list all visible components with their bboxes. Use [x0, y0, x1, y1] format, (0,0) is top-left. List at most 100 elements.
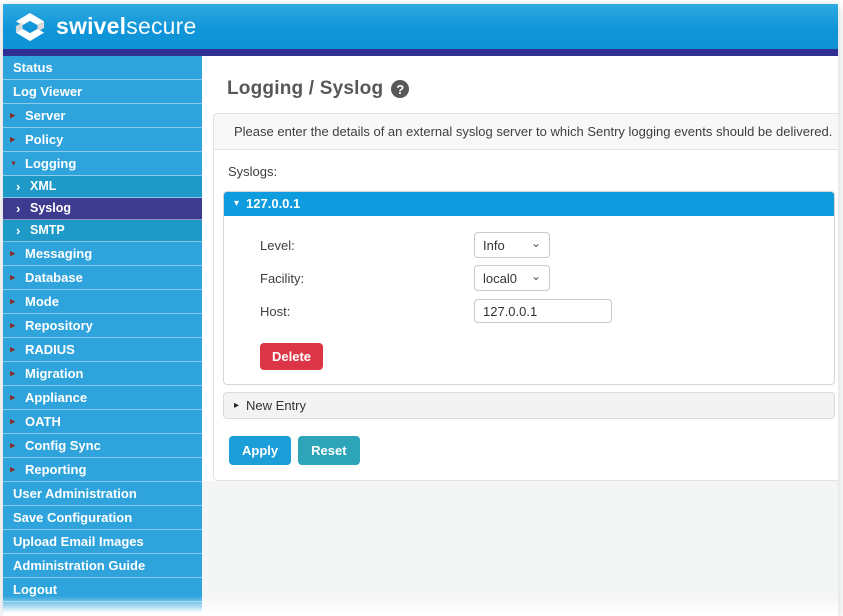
- syslog-entry-body: Level: Info ⌄ Facility: local0 ⌄: [224, 216, 834, 384]
- sidebar-item-mode[interactable]: ▶ Mode: [3, 290, 202, 314]
- sidebar-item-syslog[interactable]: ›Syslog: [3, 198, 202, 220]
- brand-bold: swivel: [56, 13, 126, 39]
- apply-button[interactable]: Apply: [229, 436, 291, 465]
- facility-select[interactable]: local0 ⌄: [474, 265, 550, 291]
- sidebar-item-label: Messaging: [25, 246, 92, 261]
- panel-body: Syslogs: ▾ 127.0.0.1 Level: Info ⌄: [214, 150, 838, 480]
- host-field-row: Host:: [260, 298, 834, 324]
- syslogs-label: Syslogs:: [228, 164, 835, 179]
- sidebar-item-label: Logging: [25, 156, 76, 171]
- sidebar-item-label: Upload Email Images: [13, 534, 144, 549]
- new-entry-toggle[interactable]: ▸ New Entry: [223, 392, 835, 419]
- nav-collapsed-arrow-icon: ▶: [10, 250, 15, 257]
- facility-select-value: local0: [483, 271, 517, 286]
- sub-item-chevron-icon: ›: [16, 179, 20, 192]
- sidebar-item-logging[interactable]: ▼ Logging: [3, 152, 202, 176]
- sidebar-item-label: OATH: [25, 414, 61, 429]
- sidebar-item-logout[interactable]: Logout: [3, 578, 202, 602]
- sidebar-item-config-sync[interactable]: ▶ Config Sync: [3, 434, 202, 458]
- sidebar-item-label: Reporting: [25, 462, 86, 477]
- brand-name: swivelsecure: [56, 13, 196, 40]
- sidebar-item-label: Appliance: [25, 390, 87, 405]
- reset-button[interactable]: Reset: [298, 436, 359, 465]
- nav-collapsed-arrow-icon: ▶: [10, 370, 15, 377]
- sidebar-item-radius[interactable]: ▶ RADIUS: [3, 338, 202, 362]
- delete-button[interactable]: Delete: [260, 343, 323, 370]
- chevron-down-icon: ⌄: [531, 237, 541, 249]
- content-panel: Please enter the details of an external …: [213, 113, 838, 481]
- host-label: Host:: [260, 304, 474, 319]
- nav-collapsed-arrow-icon: ▶: [10, 274, 15, 281]
- sidebar-item-label: Syslog: [30, 201, 71, 215]
- sidebar-item-smtp[interactable]: ›SMTP: [3, 220, 202, 242]
- sidebar-item-xml[interactable]: › XML: [3, 176, 202, 198]
- sidebar-item-oath[interactable]: ▶ OATH: [3, 410, 202, 434]
- page-title: Logging / Syslog: [227, 78, 383, 100]
- description-text: Please enter the details of an external …: [214, 114, 838, 150]
- nav-collapsed-arrow-icon: ▶: [10, 466, 15, 473]
- sidebar-item-label: Repository: [25, 318, 93, 333]
- sidebar-item-label: Administration Guide: [13, 558, 145, 573]
- chevron-down-icon: ⌄: [531, 270, 541, 282]
- sidebar-item-messaging[interactable]: ▶ Messaging: [3, 242, 202, 266]
- sidebar-item-label: XML: [30, 179, 56, 193]
- sidebar-item-log-viewer[interactable]: Log Viewer: [3, 80, 202, 104]
- sidebar-item-label: Policy: [25, 132, 63, 147]
- app-window: swivelsecure Status Log Viewer ▶ Server ▶ Pol…: [3, 4, 838, 616]
- level-select[interactable]: Info ⌄: [474, 232, 550, 258]
- nav-expanded-arrow-icon: ▼: [10, 160, 17, 167]
- sidebar-item-label: User Administration: [13, 486, 137, 501]
- swivelsecure-logo-icon: [13, 12, 47, 42]
- syslog-entry-title: 127.0.0.1: [246, 196, 300, 211]
- nav-collapsed-arrow-icon: ▶: [10, 346, 15, 353]
- host-input[interactable]: [474, 299, 612, 323]
- new-entry-label: New Entry: [246, 398, 306, 413]
- facility-field-row: Facility: local0 ⌄: [260, 265, 834, 291]
- level-label: Level:: [260, 238, 474, 253]
- sidebar-item-repository[interactable]: ▶ Repository: [3, 314, 202, 338]
- sidebar-item-save-configuration[interactable]: Save Configuration: [3, 506, 202, 530]
- nav-collapsed-arrow-icon: ▶: [10, 298, 15, 305]
- page-background: [202, 481, 838, 616]
- sidebar-item-label: RADIUS: [25, 342, 75, 357]
- sidebar-item-label: Save Configuration: [13, 510, 132, 525]
- sidebar-item-server[interactable]: ▶ Server: [3, 104, 202, 128]
- brand-light: secure: [126, 13, 196, 39]
- sidebar-item-policy[interactable]: ▶ Policy: [3, 128, 202, 152]
- syslog-entry-header[interactable]: ▾ 127.0.0.1: [224, 192, 834, 216]
- sidebar-item-user-administration[interactable]: User Administration: [3, 482, 202, 506]
- syslog-entry-card: ▾ 127.0.0.1 Level: Info ⌄ Facility:: [223, 191, 835, 385]
- nav-collapsed-arrow-icon: ▶: [10, 442, 15, 449]
- sidebar-item-label: Config Sync: [25, 438, 101, 453]
- sidebar-item-reporting[interactable]: ▶ Reporting: [3, 458, 202, 482]
- sidebar-nav: Status Log Viewer ▶ Server ▶ Policy ▼ Logging › X…: [3, 56, 202, 616]
- sidebar-item-label: Status: [13, 60, 53, 75]
- sidebar-item-upload-email-images[interactable]: Upload Email Images: [3, 530, 202, 554]
- sidebar-item-administration-guide[interactable]: Administration Guide: [3, 554, 202, 578]
- nav-collapsed-arrow-icon: ▶: [10, 394, 15, 401]
- sidebar-item-label: Server: [25, 108, 65, 123]
- facility-label: Facility:: [260, 271, 474, 286]
- sidebar-item-label: Log Viewer: [13, 84, 82, 99]
- level-select-value: Info: [483, 238, 505, 253]
- nav-collapsed-arrow-icon: ▶: [10, 418, 15, 425]
- sidebar-item-migration[interactable]: ▶Migration: [3, 362, 202, 386]
- sidebar-item-database[interactable]: ▶ Database: [3, 266, 202, 290]
- expand-caret-icon: ▸: [234, 401, 239, 411]
- sidebar-item-status[interactable]: Status: [3, 56, 202, 80]
- collapse-caret-icon: ▾: [234, 199, 239, 209]
- sub-item-chevron-icon: ›: [16, 223, 20, 236]
- sidebar-item-appliance[interactable]: ▶ Appliance: [3, 386, 202, 410]
- main-content: Logging / Syslog ? Please enter the deta…: [202, 56, 838, 616]
- app-header: swivelsecure: [3, 4, 838, 49]
- sidebar-item-label: Logout: [13, 582, 57, 597]
- level-field-row: Level: Info ⌄: [260, 232, 834, 258]
- nav-collapsed-arrow-icon: ▶: [10, 112, 15, 119]
- sidebar-item-label: Mode: [25, 294, 59, 309]
- nav-collapsed-arrow-icon: ▶: [10, 322, 15, 329]
- help-icon[interactable]: ?: [391, 80, 409, 98]
- header-accent-bar: [3, 49, 838, 56]
- nav-collapsed-arrow-icon: ▶: [10, 136, 15, 143]
- action-buttons: Apply Reset: [223, 436, 835, 465]
- sidebar-item-label: Database: [25, 270, 83, 285]
